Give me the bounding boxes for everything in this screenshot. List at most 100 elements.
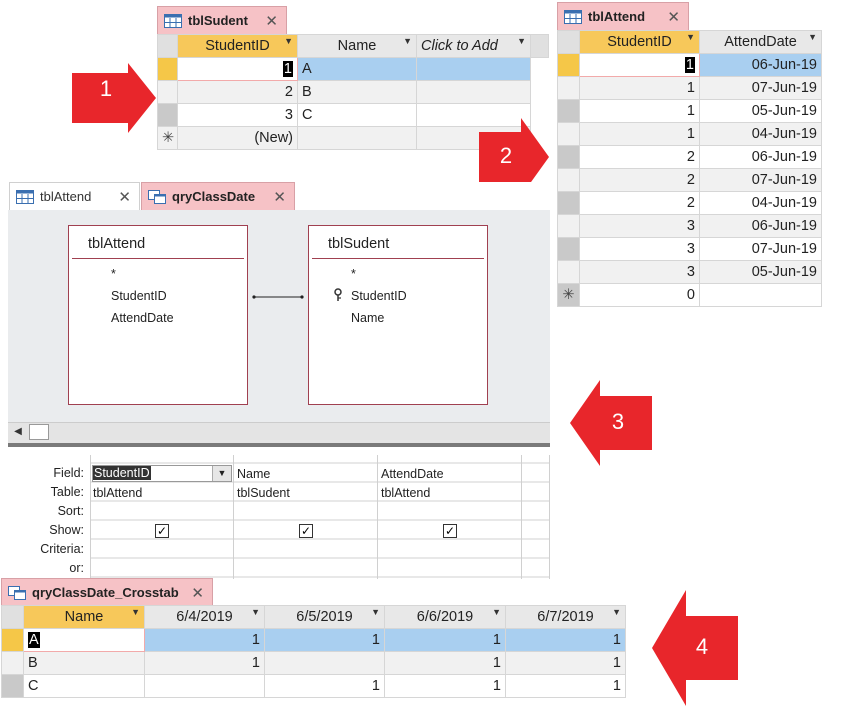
cell-attenddate[interactable]: 07-Jun-19: [699, 168, 822, 192]
dropdown-icon[interactable]: ▼: [284, 36, 293, 46]
column-header-date[interactable]: 6/4/2019 ▼: [144, 605, 265, 629]
row-selector-header[interactable]: [1, 605, 24, 629]
table-row[interactable]: 1 07-Jun-19: [557, 76, 822, 100]
cell-studentid[interactable]: 1: [579, 76, 700, 100]
row-selector[interactable]: [557, 260, 580, 284]
column-header-attenddate[interactable]: AttendDate ▼: [699, 30, 822, 54]
new-record-row[interactable]: ✳ 0: [557, 283, 822, 307]
cell-studentid[interactable]: 3: [177, 103, 298, 127]
cell-count[interactable]: 1: [505, 651, 626, 675]
cell-count[interactable]: 1: [264, 628, 385, 652]
show-checkbox[interactable]: ✓: [443, 524, 457, 538]
cell-studentid[interactable]: 3: [579, 260, 700, 284]
table-row[interactable]: 2 06-Jun-19: [557, 145, 822, 169]
cell-attenddate[interactable]: 06-Jun-19: [699, 53, 822, 77]
dropdown-icon[interactable]: ▼: [612, 607, 621, 617]
cell-name[interactable]: B: [23, 651, 145, 675]
cell-count[interactable]: 1: [384, 628, 506, 652]
field-item-all[interactable]: *: [111, 263, 247, 285]
column-header-date[interactable]: 6/5/2019 ▼: [264, 605, 385, 629]
cell-studentid[interactable]: 1: [579, 53, 700, 77]
table-row[interactable]: 3 07-Jun-19: [557, 237, 822, 261]
row-selector[interactable]: [557, 191, 580, 215]
cell-count[interactable]: 1: [505, 628, 626, 652]
table-row[interactable]: 2 07-Jun-19: [557, 168, 822, 192]
cell-attenddate[interactable]: [699, 283, 822, 307]
new-record-icon[interactable]: ✳: [157, 126, 178, 150]
cell-attenddate[interactable]: 04-Jun-19: [699, 122, 822, 146]
cell-studentid[interactable]: 2: [579, 191, 700, 215]
tab-tblattend[interactable]: tblAttend ✕: [557, 2, 689, 30]
field-item-attenddate[interactable]: AttendDate: [111, 307, 247, 329]
table-row[interactable]: 2 B: [157, 80, 549, 104]
scroll-left-icon[interactable]: ◀: [10, 424, 26, 440]
row-selector[interactable]: [157, 57, 178, 81]
close-icon[interactable]: ✕: [273, 188, 286, 206]
splitter[interactable]: [8, 443, 550, 447]
field-item-studentid[interactable]: StudentID: [111, 285, 247, 307]
field-item-studentid[interactable]: StudentID: [351, 285, 487, 307]
cell-attenddate[interactable]: 06-Jun-19: [699, 145, 822, 169]
row-selector[interactable]: [557, 76, 580, 100]
cell-studentid[interactable]: 1: [579, 122, 700, 146]
column-header-date[interactable]: 6/7/2019 ▼: [505, 605, 626, 629]
cell-name[interactable]: B: [297, 80, 417, 104]
grid-table[interactable]: tblAttend: [381, 486, 430, 500]
grid-table[interactable]: tblSudent: [237, 486, 290, 500]
dropdown-icon[interactable]: ▼: [131, 607, 140, 617]
dropdown-icon[interactable]: ▼: [686, 32, 695, 42]
field-item-all[interactable]: *: [351, 263, 487, 285]
row-selector[interactable]: [557, 53, 580, 77]
table-row[interactable]: C 1 1 1: [1, 674, 626, 698]
cell-studentid[interactable]: 2: [177, 80, 298, 104]
close-icon[interactable]: ✕: [191, 584, 204, 602]
dropdown-icon[interactable]: ▼: [403, 36, 412, 46]
cell-empty[interactable]: [297, 126, 417, 150]
cell-attenddate[interactable]: 07-Jun-19: [699, 237, 822, 261]
cell-count[interactable]: 1: [505, 674, 626, 698]
cell-name[interactable]: C: [23, 674, 145, 698]
cell-new[interactable]: (New): [177, 126, 298, 150]
show-checkbox[interactable]: ✓: [299, 524, 313, 538]
cell-count[interactable]: 1: [384, 674, 506, 698]
cell-count[interactable]: 1: [144, 651, 265, 675]
cell-attenddate[interactable]: 06-Jun-19: [699, 214, 822, 238]
row-selector[interactable]: [557, 168, 580, 192]
row-selector[interactable]: [1, 674, 24, 698]
column-header-studentid[interactable]: StudentID ▼: [579, 30, 700, 54]
row-selector[interactable]: [557, 237, 580, 261]
grid-field[interactable]: AttendDate: [381, 467, 444, 481]
table-row[interactable]: 1 A: [157, 57, 549, 81]
close-icon[interactable]: ✕: [265, 12, 278, 30]
new-record-icon[interactable]: ✳: [557, 283, 580, 307]
grid-table[interactable]: tblAttend: [93, 486, 142, 500]
dropdown-icon[interactable]: ▼: [492, 607, 501, 617]
join-line[interactable]: [248, 290, 308, 304]
row-selector[interactable]: [557, 99, 580, 123]
show-checkbox[interactable]: ✓: [155, 524, 169, 538]
table-row[interactable]: B 1 1 1: [1, 651, 626, 675]
cell-empty[interactable]: [416, 80, 531, 104]
field-item-name[interactable]: Name: [351, 307, 487, 329]
cell-name[interactable]: A: [23, 628, 145, 652]
table-row[interactable]: 2 04-Jun-19: [557, 191, 822, 215]
column-header-date[interactable]: 6/6/2019 ▼: [384, 605, 506, 629]
cell-attenddate[interactable]: 07-Jun-19: [699, 76, 822, 100]
tab-tblsudent[interactable]: tblSudent ✕: [157, 6, 287, 34]
row-selector-header[interactable]: [557, 30, 580, 54]
table-row[interactable]: 1 04-Jun-19: [557, 122, 822, 146]
close-icon[interactable]: ✕: [118, 188, 131, 206]
column-header-studentid[interactable]: StudentID ▼: [177, 34, 298, 58]
table-row[interactable]: 3 06-Jun-19: [557, 214, 822, 238]
tab-qryclassdate-crosstab[interactable]: qryClassDate_Crosstab ✕: [1, 578, 213, 606]
table-row[interactable]: 3 05-Jun-19: [557, 260, 822, 284]
cell-count[interactable]: 1: [144, 628, 265, 652]
cell-studentid[interactable]: 2: [579, 145, 700, 169]
grid-field-studentid[interactable]: StudentID ▼: [92, 465, 232, 482]
cell-attenddate[interactable]: 05-Jun-19: [699, 260, 822, 284]
row-selector[interactable]: [557, 145, 580, 169]
row-selector[interactable]: [557, 214, 580, 238]
field-list-tblattend[interactable]: tblAttend * StudentID AttendDate: [68, 225, 248, 405]
cell-studentid[interactable]: 3: [579, 214, 700, 238]
tab-tblattend[interactable]: tblAttend ✕: [9, 182, 140, 210]
